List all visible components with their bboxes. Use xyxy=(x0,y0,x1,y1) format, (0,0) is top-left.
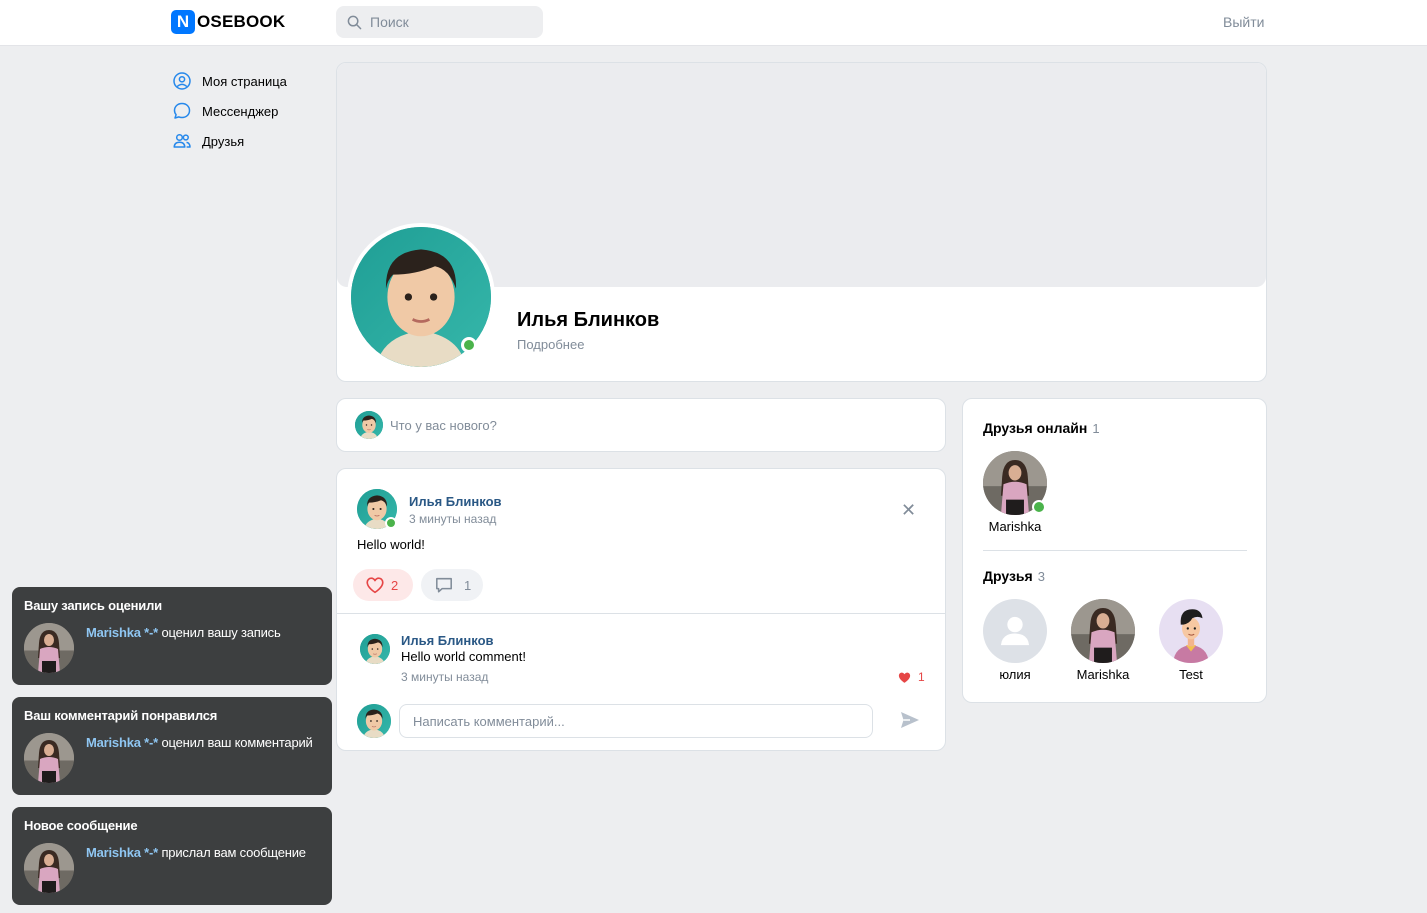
comment-author-link[interactable]: Илья Блинков xyxy=(401,633,494,648)
profile-card: Илья Блинков Подробнее xyxy=(336,62,1267,382)
search-input[interactable]: Поиск xyxy=(336,6,543,38)
toast-title: Ваш комментарий понравился xyxy=(24,708,218,723)
comment-timestamp: 3 минуты назад xyxy=(401,670,489,684)
sidebar-nav: Моя страница Мессенджер Друзья xyxy=(172,66,287,156)
comment-author-avatar[interactable] xyxy=(360,634,390,664)
profile-name: Илья Блинков xyxy=(517,309,660,331)
heart-filled-icon xyxy=(898,672,911,683)
online-indicator xyxy=(461,337,477,353)
avatar xyxy=(357,704,391,738)
top-bar: N OSEBOOK Поиск Выйти xyxy=(0,0,1427,46)
avatar xyxy=(24,623,74,673)
divider xyxy=(983,550,1247,551)
toast-body: Marishka *-* оценил вашу запись xyxy=(86,625,281,640)
friends-widget: Друзья онлайн 1 Marishka Друзья 3 юлия Mar… xyxy=(962,398,1267,703)
like-button[interactable]: 2 xyxy=(353,569,413,601)
send-icon[interactable] xyxy=(899,710,921,733)
comment-input[interactable] xyxy=(399,704,873,738)
online-indicator xyxy=(1032,500,1046,514)
notification-toast[interactable]: Вашу запись оценили Marishka *-* оценил … xyxy=(12,587,332,685)
user-circle-icon xyxy=(173,72,191,90)
friend-name: юлия xyxy=(999,667,1031,682)
logo-icon: N xyxy=(171,10,195,34)
toast-user-name[interactable]: Marishka *-* xyxy=(86,735,158,750)
avatar xyxy=(1159,599,1223,663)
toast-text: прислал вам сообщение xyxy=(158,845,306,860)
comment-like-count: 1 xyxy=(918,670,925,684)
avatar xyxy=(983,599,1047,663)
search-placeholder: Поиск xyxy=(370,14,409,30)
toast-user-name[interactable]: Marishka *-* xyxy=(86,845,158,860)
toast-body: Marishka *-* оценил ваш комментарий xyxy=(86,735,313,750)
toast-body: Marishka *-* прислал вам сообщение xyxy=(86,845,306,860)
toast-text: оценил ваш комментарий xyxy=(158,735,313,750)
friend-item[interactable]: юлия xyxy=(975,599,1055,682)
logout-link[interactable]: Выйти xyxy=(1223,14,1264,30)
toast-user-name[interactable]: Marishka *-* xyxy=(86,625,158,640)
avatar xyxy=(355,411,383,439)
post-author-link[interactable]: Илья Блинков xyxy=(409,494,502,509)
search-icon xyxy=(347,15,362,29)
post-composer[interactable]: Что у вас нового? xyxy=(336,398,946,452)
message-icon xyxy=(173,102,191,119)
friends-online-count: 1 xyxy=(1092,421,1100,436)
friends-all-title: Друзья xyxy=(983,568,1033,584)
like-count: 2 xyxy=(391,577,399,593)
notification-toast[interactable]: Ваш комментарий понравился Marishka *-* … xyxy=(12,697,332,795)
comment-count: 1 xyxy=(464,577,472,593)
composer-placeholder: Что у вас нового? xyxy=(390,417,497,433)
friend-name: Test xyxy=(1179,667,1203,682)
friend-name: Marishka xyxy=(988,519,1042,534)
post-text: Hello world! xyxy=(357,537,425,552)
friends-all-heading[interactable]: Друзья 3 xyxy=(983,568,1045,584)
sidebar-item-label: Мессенджер xyxy=(202,103,279,119)
post-card: Илья Блинков 3 минуты назад ✕ Hello worl… xyxy=(336,468,946,751)
logo-text: OSEBOOK xyxy=(197,12,286,31)
heart-icon xyxy=(366,577,384,594)
friends-online-heading[interactable]: Друзья онлайн 1 xyxy=(983,420,1100,436)
comment-button[interactable]: 1 xyxy=(421,569,483,601)
close-icon[interactable]: ✕ xyxy=(901,501,916,519)
sidebar-item-label: Моя страница xyxy=(202,73,287,89)
avatar xyxy=(24,733,74,783)
post-timestamp: 3 минуты назад xyxy=(409,512,497,526)
divider xyxy=(337,613,945,614)
friend-item[interactable]: Marishka xyxy=(1063,599,1143,682)
sidebar-item-my-page[interactable]: Моя страница xyxy=(172,66,287,96)
friends-online-title: Друзья онлайн xyxy=(983,420,1088,436)
toast-title: Вашу запись оценили xyxy=(24,598,162,613)
avatar xyxy=(1071,599,1135,663)
avatar xyxy=(24,843,74,893)
comment-text: Hello world comment! xyxy=(401,649,526,664)
friend-item[interactable]: Test xyxy=(1151,599,1231,682)
sidebar-item-friends[interactable]: Друзья xyxy=(172,126,287,156)
logo[interactable]: N OSEBOOK xyxy=(171,10,285,34)
notification-toast[interactable]: Новое сообщение Marishka *-* прислал вам… xyxy=(12,807,332,905)
toast-text: оценил вашу запись xyxy=(158,625,281,640)
friends-all-count: 3 xyxy=(1037,569,1045,584)
toast-title: Новое сообщение xyxy=(24,818,138,833)
comment-like-button[interactable]: 1 xyxy=(897,670,925,684)
comment-icon xyxy=(436,577,452,593)
sidebar-item-label: Друзья xyxy=(202,133,245,149)
sidebar-item-messenger[interactable]: Мессенджер xyxy=(172,96,287,126)
users-icon xyxy=(173,133,191,148)
online-indicator xyxy=(385,517,397,529)
friend-online-item[interactable]: Marishka xyxy=(975,451,1055,534)
friend-name: Marishka xyxy=(1076,667,1130,682)
profile-more-link[interactable]: Подробнее xyxy=(517,337,584,352)
